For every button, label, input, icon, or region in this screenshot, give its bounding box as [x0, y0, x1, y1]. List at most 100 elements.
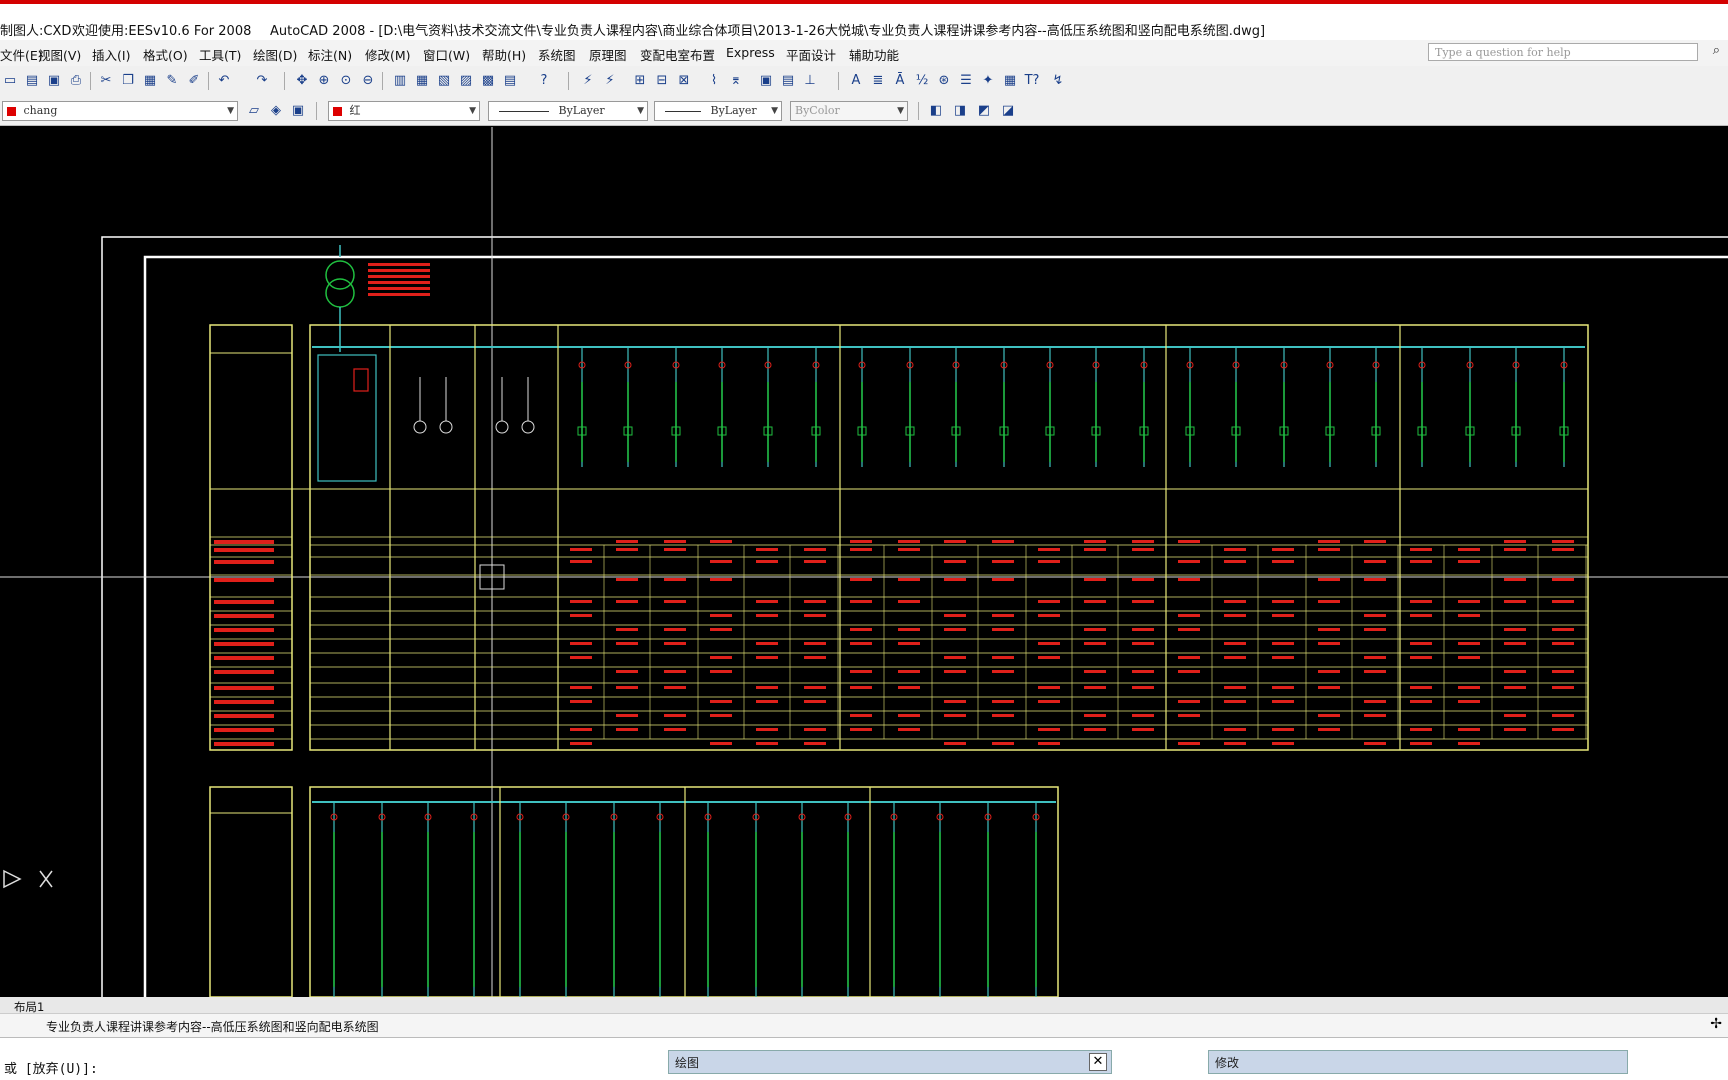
- cell-text: [570, 600, 592, 603]
- cell-text: [756, 560, 778, 563]
- ees-tool-7-icon[interactable]: ⌆: [726, 71, 746, 91]
- ees-tool-10-icon[interactable]: ⊥: [800, 71, 820, 91]
- menu-view[interactable]: 视图(V): [38, 45, 81, 64]
- draworder-under-icon[interactable]: ◪: [998, 101, 1018, 121]
- cell-text: [756, 728, 778, 731]
- plotstyle-dropdown[interactable]: ByColor ▼: [790, 101, 908, 121]
- undo-icon[interactable]: ↶: [214, 71, 234, 91]
- open-icon[interactable]: ▤: [22, 71, 42, 91]
- text-arrow-icon[interactable]: ↯: [1048, 71, 1068, 91]
- cell-text: [1458, 548, 1480, 551]
- cell-text: [570, 656, 592, 659]
- menu-aux-functions[interactable]: 辅助功能: [849, 45, 899, 64]
- zoom-window-icon[interactable]: ⊙: [336, 71, 356, 91]
- ees-tool-6-icon[interactable]: ⌇: [704, 71, 724, 91]
- tool-palettes-icon[interactable]: ▧: [434, 71, 454, 91]
- pin-icon[interactable]: ✢: [1710, 1016, 1722, 1032]
- cell-text: [616, 628, 638, 631]
- text-special-icon[interactable]: ⊛: [934, 71, 954, 91]
- cell-text: [710, 614, 732, 617]
- sheet-set-icon[interactable]: ▨: [456, 71, 476, 91]
- cell-text: [1224, 700, 1246, 703]
- zoom-realtime-icon[interactable]: ⊕: [314, 71, 334, 91]
- menu-help[interactable]: 帮助(H): [482, 45, 526, 64]
- document-tab-title[interactable]: 专业负责人课程讲课参考内容--高低压系统图和竖向配电系统图: [46, 1018, 379, 1035]
- menu-file[interactable]: 文件(E): [0, 45, 43, 64]
- close-icon[interactable]: ✕: [1089, 1053, 1107, 1071]
- markup-icon[interactable]: ▩: [478, 71, 498, 91]
- cell-text: [1178, 560, 1200, 563]
- text-list-icon[interactable]: ☰: [956, 71, 976, 91]
- layer-states-icon[interactable]: ▣: [288, 101, 308, 121]
- text-style-icon[interactable]: ≣: [868, 71, 888, 91]
- menu-insert[interactable]: 插入(I): [92, 45, 130, 64]
- pan-icon[interactable]: ✥: [292, 71, 312, 91]
- design-center-icon[interactable]: ▦: [412, 71, 432, 91]
- help-search-input[interactable]: Type a question for help: [1428, 43, 1698, 61]
- draw-panel[interactable]: 绘图 ✕: [668, 1050, 1112, 1074]
- drawing-canvas[interactable]: [0, 127, 1728, 997]
- new-icon[interactable]: ▭: [0, 71, 20, 91]
- draworder-back-icon[interactable]: ◨: [950, 101, 970, 121]
- draworder-front-icon[interactable]: ◧: [926, 101, 946, 121]
- transformer-note-text: [368, 293, 430, 296]
- ees-tool-2-icon[interactable]: ⚡: [600, 71, 620, 91]
- modify-panel[interactable]: 修改: [1208, 1050, 1628, 1074]
- color-dropdown[interactable]: 红 ▼: [328, 101, 480, 121]
- menu-substation-layout[interactable]: 变配电室布置: [640, 45, 715, 64]
- menu-draw[interactable]: 绘图(D): [253, 45, 297, 64]
- cell-text: [1272, 600, 1294, 603]
- text-table-icon[interactable]: ▦: [1000, 71, 1020, 91]
- text-icon[interactable]: A: [846, 71, 866, 91]
- cell-text: [850, 628, 872, 631]
- zoom-previous-icon[interactable]: ⊖: [358, 71, 378, 91]
- ees-tool-4-icon[interactable]: ⊟: [652, 71, 672, 91]
- lineweight-dropdown[interactable]: ByLayer ▼: [654, 101, 782, 121]
- menu-format[interactable]: 格式(O): [143, 45, 188, 64]
- cell-text: [1410, 600, 1432, 603]
- layer-previous-icon[interactable]: ◈: [266, 101, 286, 121]
- menu-schematic[interactable]: 原理图: [589, 45, 627, 64]
- cell-text: [1318, 714, 1340, 717]
- ees-tool-8-icon[interactable]: ▣: [756, 71, 776, 91]
- row-header-text: [214, 686, 274, 690]
- copy-icon[interactable]: ❐: [118, 71, 138, 91]
- match-properties-icon[interactable]: ✎: [162, 71, 182, 91]
- ees-tool-9-icon[interactable]: ▤: [778, 71, 798, 91]
- text-number-icon[interactable]: ½: [912, 71, 932, 91]
- text-highlight-icon[interactable]: ✦: [978, 71, 998, 91]
- ees-tool-3-icon[interactable]: ⊞: [630, 71, 650, 91]
- linetype-dropdown[interactable]: ByLayer ▼: [488, 101, 648, 121]
- make-current-layer-icon[interactable]: ▱: [244, 101, 264, 121]
- cell-text: [616, 670, 638, 673]
- toolbar-separator: [382, 72, 383, 90]
- menu-express[interactable]: Express: [726, 45, 775, 60]
- ees-tool-5-icon[interactable]: ⊠: [674, 71, 694, 91]
- save-icon[interactable]: ▣: [44, 71, 64, 91]
- menu-dimension[interactable]: 标注(N): [308, 45, 352, 64]
- menu-tools[interactable]: 工具(T): [199, 45, 241, 64]
- properties-icon[interactable]: ▥: [390, 71, 410, 91]
- menu-system-diagram[interactable]: 系统图: [538, 45, 576, 64]
- ees-tool-1-icon[interactable]: ⚡: [578, 71, 598, 91]
- row-header-text: [214, 560, 274, 564]
- transformer-note-text: [368, 263, 430, 266]
- calculator-icon[interactable]: ▤: [500, 71, 520, 91]
- menu-plan-design[interactable]: 平面设计: [786, 45, 836, 64]
- menu-modify[interactable]: 修改(M): [365, 45, 411, 64]
- help-icon[interactable]: ?: [534, 71, 554, 91]
- paste-icon[interactable]: ▦: [140, 71, 160, 91]
- text-query-icon[interactable]: T?: [1022, 71, 1042, 91]
- cell-text: [1272, 614, 1294, 617]
- cell-text: [1178, 714, 1200, 717]
- plot-icon[interactable]: ⎙: [66, 71, 86, 91]
- cell-text: [1458, 700, 1480, 703]
- draworder-above-icon[interactable]: ◩: [974, 101, 994, 121]
- text-edit-icon[interactable]: Ā: [890, 71, 910, 91]
- menu-window[interactable]: 窗口(W): [423, 45, 470, 64]
- block-editor-icon[interactable]: ✐: [184, 71, 204, 91]
- help-search-icon[interactable]: ⌕: [1713, 43, 1720, 58]
- cut-icon[interactable]: ✂: [96, 71, 116, 91]
- redo-icon[interactable]: ↷: [252, 71, 272, 91]
- layer-dropdown[interactable]: chang ▼: [2, 101, 238, 121]
